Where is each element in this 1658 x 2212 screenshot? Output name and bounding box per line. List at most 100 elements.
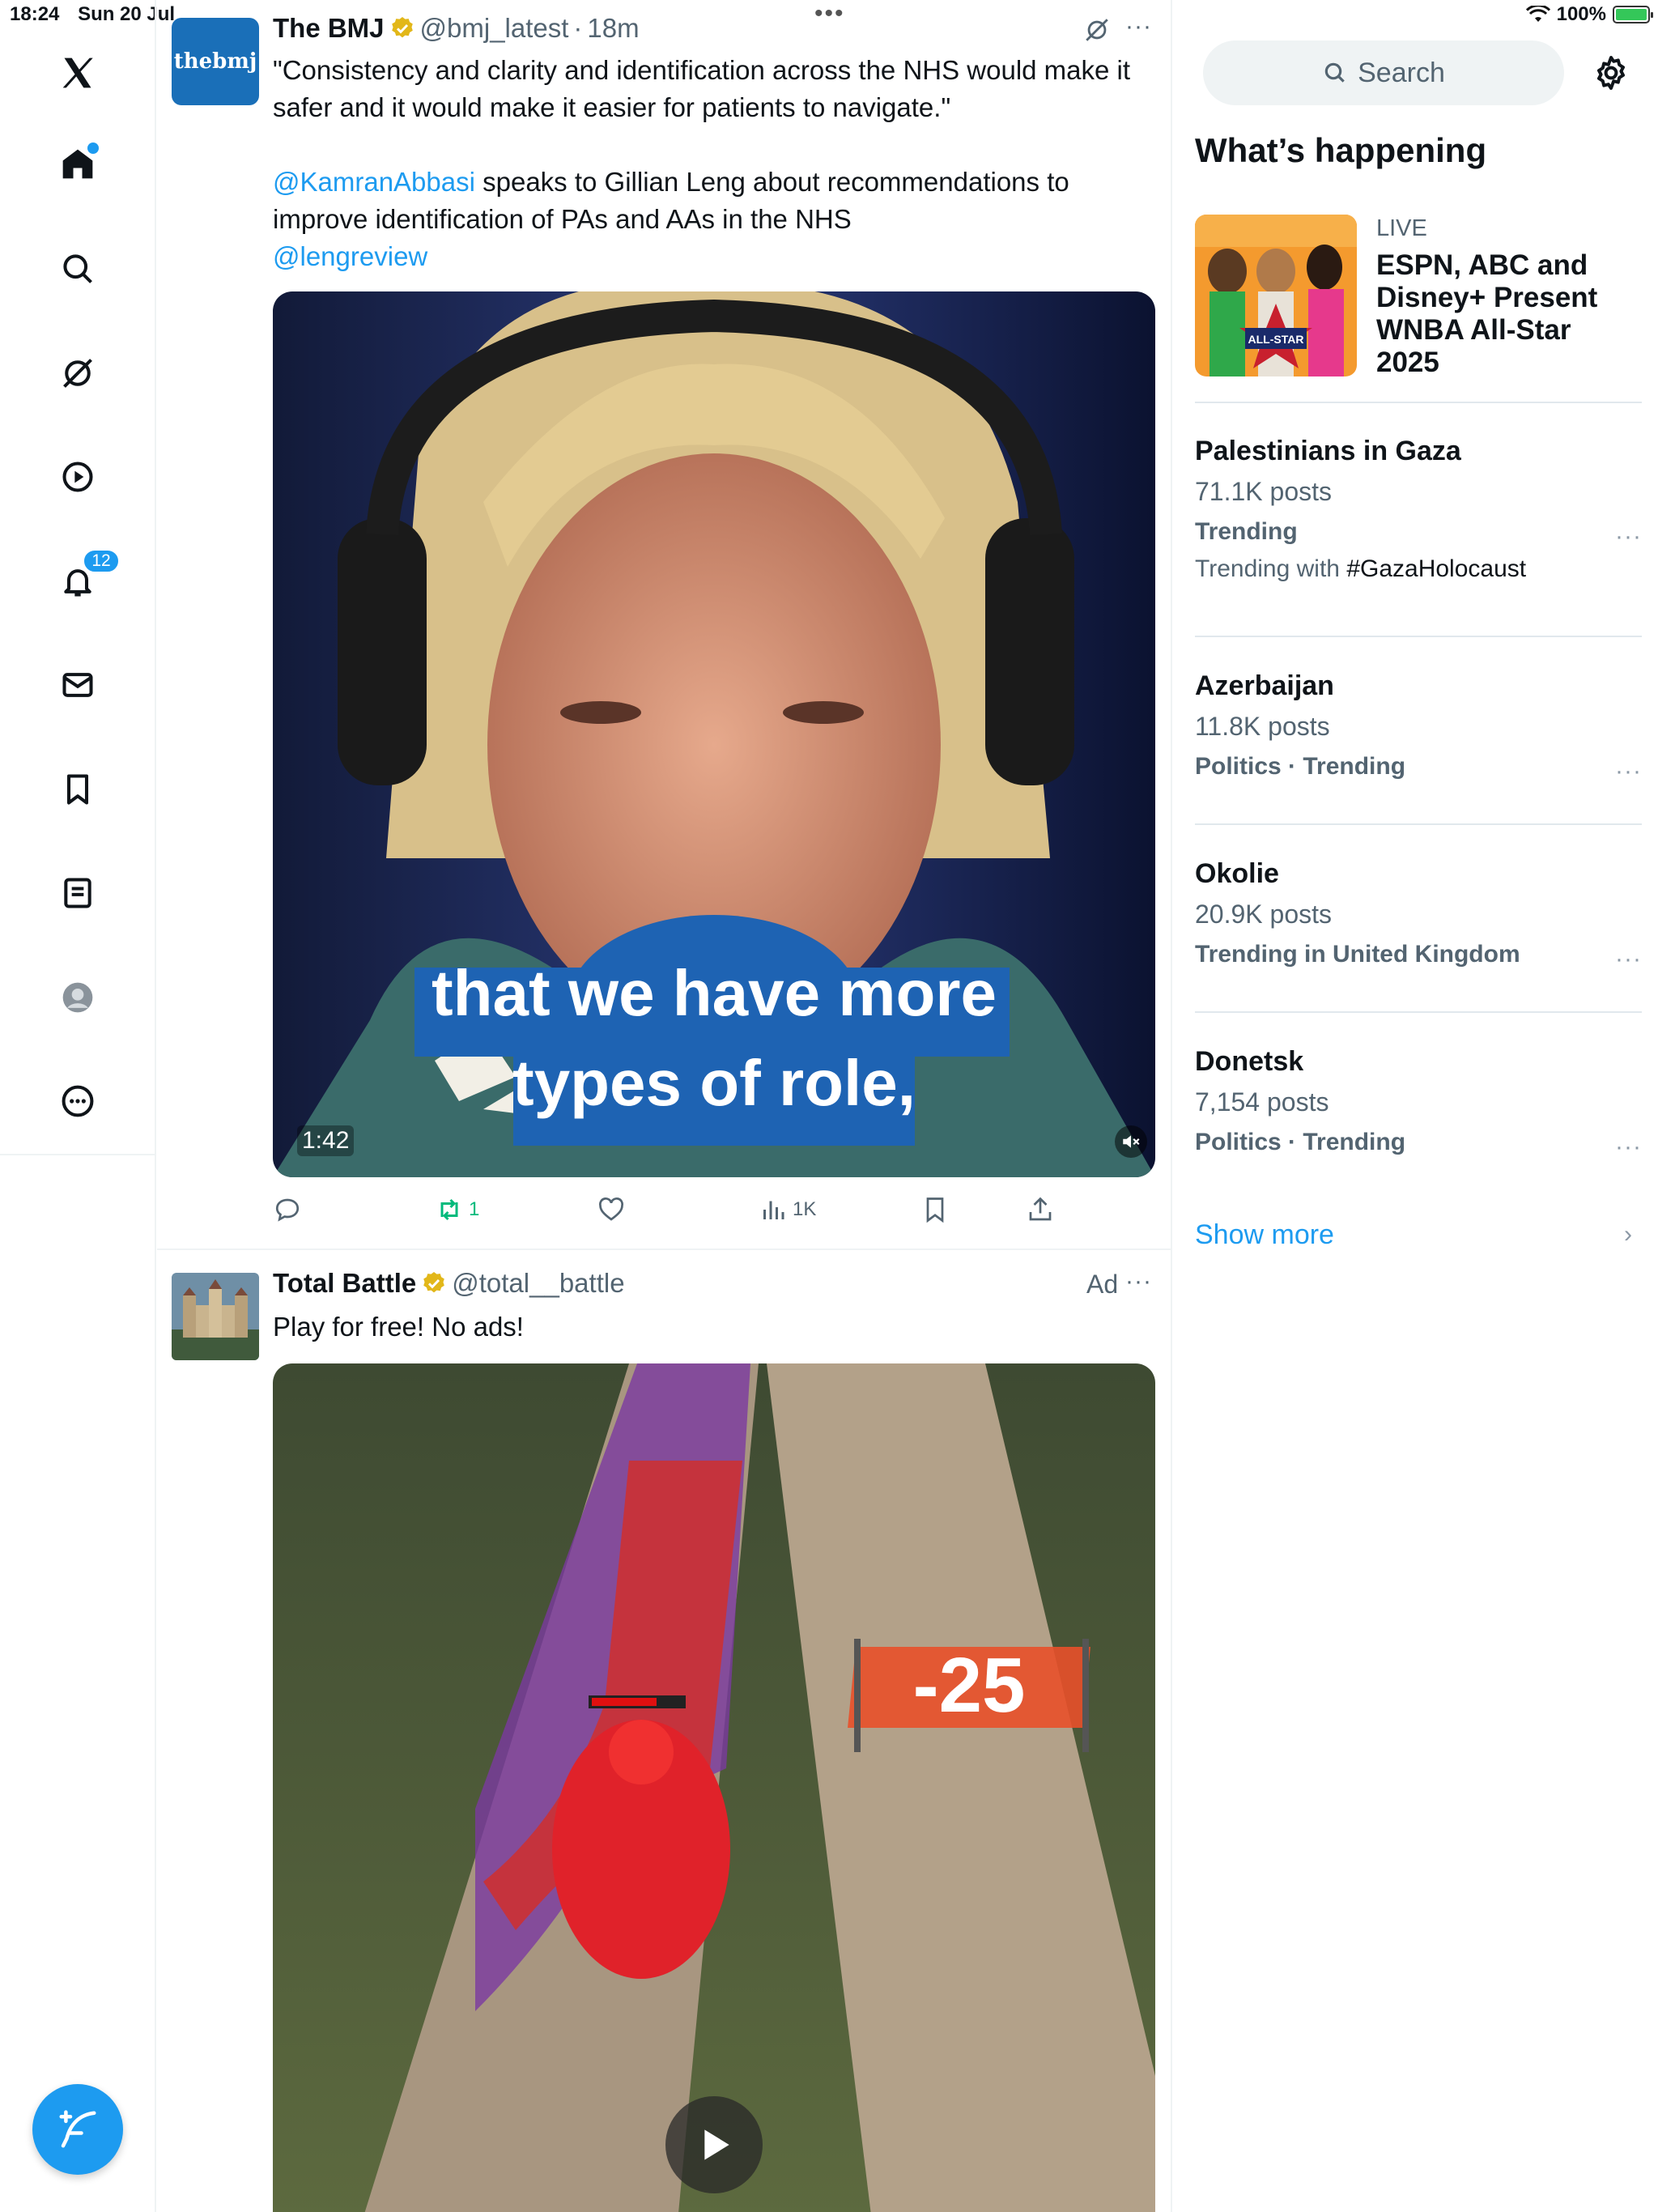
- post-text: "Consistency and clarity and identificat…: [273, 55, 1131, 271]
- verified-badge-icon: [391, 17, 413, 38]
- trend-posts: 20.9K posts: [1195, 900, 1332, 929]
- post-text: Play for free! No ads!: [273, 1312, 524, 1342]
- video-caption-line2: types of role,: [512, 1047, 916, 1119]
- reply-button[interactable]: [273, 1195, 307, 1224]
- video-duration: 1:42: [297, 1125, 355, 1156]
- trend-more-icon[interactable]: ···: [1615, 523, 1642, 551]
- search-icon[interactable]: [52, 243, 104, 295]
- search-input[interactable]: Search: [1203, 40, 1564, 105]
- home-icon[interactable]: [52, 138, 104, 189]
- castle-avatar-image: [172, 1273, 259, 1360]
- compose-feather-icon: [59, 2110, 96, 2148]
- post-divider: [157, 1249, 1172, 1250]
- repost-count: 1: [469, 1198, 480, 1220]
- trend-name: Palestinians in Gaza: [1195, 436, 1461, 466]
- share-button[interactable]: [1026, 1195, 1055, 1224]
- timeline-feed: thebmj The BMJ @bmj_latest · 18m ··· "Co…: [157, 0, 1172, 2212]
- post-actions: 1 1K: [273, 1195, 1155, 1236]
- post-more-icon[interactable]: ···: [1125, 1268, 1152, 1295]
- author-name[interactable]: The BMJ: [273, 13, 385, 44]
- total-battle-avatar[interactable]: [172, 1273, 259, 1360]
- more-options-icon[interactable]: [52, 1075, 104, 1127]
- trend-hashtag[interactable]: #GazaHolocaust: [1346, 555, 1526, 582]
- trend-more-icon[interactable]: ···: [1615, 1134, 1642, 1161]
- chevron-right-icon: ›: [1624, 1221, 1632, 1248]
- grok-explain-icon[interactable]: [1083, 16, 1111, 44]
- trend-category: Trending: [1195, 518, 1298, 545]
- author-handle[interactable]: @bmj_latest: [420, 13, 569, 44]
- repost-button[interactable]: 1: [435, 1195, 479, 1224]
- ad-label: Ad: [1086, 1270, 1119, 1299]
- trend-name: Azerbaijan: [1195, 670, 1334, 701]
- trend-divider: [1195, 636, 1642, 637]
- trend-category: Trending in United Kingdom: [1195, 941, 1520, 968]
- reply-icon: [275, 1198, 300, 1222]
- share-icon: [1029, 1197, 1052, 1221]
- video-frame: that we have more types of role,: [273, 291, 1155, 1177]
- bookmark-icon: [926, 1197, 944, 1223]
- mute-toggle-icon[interactable]: [1115, 1125, 1147, 1158]
- trend-more-icon[interactable]: ···: [1615, 758, 1642, 785]
- right-sidebar: Search What’s happening ALL-STAR LIVE ES…: [1174, 0, 1658, 2212]
- trend-name: Okolie: [1195, 858, 1279, 889]
- bookmarks-icon[interactable]: [52, 764, 104, 815]
- ad-overlay-value: -25: [913, 1642, 1026, 1729]
- live-event-image[interactable]: ALL-STAR: [1195, 215, 1357, 376]
- trend-divider: [1195, 823, 1642, 825]
- play-icon: [704, 2129, 729, 2160]
- bmj-avatar[interactable]: thebmj: [172, 18, 259, 105]
- whats-happening-heading: What’s happening: [1195, 131, 1487, 169]
- nav-separator: [0, 1154, 156, 1155]
- live-event-title[interactable]: ESPN, ABC and Disney+ Present WNBA All-S…: [1376, 249, 1627, 379]
- trend-with: Trending with #GazaHolocaust: [1195, 555, 1527, 582]
- show-more-link[interactable]: Show more: [1195, 1219, 1334, 1251]
- messages-envelope-icon[interactable]: [52, 659, 104, 711]
- left-navigation: 12: [0, 0, 156, 2212]
- bookmark-button[interactable]: [920, 1195, 950, 1224]
- trend-item[interactable]: Azerbaijan 11.8K posts Politics · Trendi…: [1195, 670, 1642, 785]
- post-more-icon[interactable]: ···: [1125, 13, 1152, 40]
- views-chart-icon: [763, 1201, 784, 1219]
- ad-video-frame: -25: [273, 1363, 1155, 2212]
- mention-link[interactable]: @lengreview: [273, 241, 427, 271]
- trend-category: Politics · Trending: [1195, 753, 1406, 780]
- trend-item[interactable]: Palestinians in Gaza 71.1K posts Trendin…: [1195, 436, 1642, 583]
- trend-more-icon[interactable]: ···: [1615, 946, 1642, 973]
- lists-icon[interactable]: [52, 867, 104, 919]
- trend-posts: 11.8K posts: [1195, 712, 1330, 741]
- heart-icon: [599, 1197, 623, 1221]
- live-label: LIVE: [1376, 215, 1427, 241]
- trend-item[interactable]: Donetsk 7,154 posts Politics · Trending …: [1195, 1046, 1642, 1160]
- trend-name: Donetsk: [1195, 1046, 1304, 1077]
- grok-icon[interactable]: [52, 347, 104, 399]
- trend-item[interactable]: Okolie 20.9K posts Trending in United Ki…: [1195, 858, 1642, 972]
- trend-posts: 71.1K posts: [1195, 477, 1332, 506]
- post-time[interactable]: 18m: [587, 13, 639, 44]
- video-play-icon[interactable]: [52, 451, 104, 503]
- compose-post-button[interactable]: [32, 2084, 123, 2175]
- profile-avatar-icon[interactable]: [52, 972, 104, 1023]
- like-button[interactable]: [597, 1195, 631, 1224]
- ad-video[interactable]: -25: [273, 1363, 1155, 2212]
- views-button[interactable]: 1K: [759, 1195, 816, 1224]
- search-icon: [1324, 62, 1345, 83]
- home-unread-dot: [87, 143, 99, 154]
- trend-category: Politics · Trending: [1195, 1129, 1406, 1155]
- play-video-button[interactable]: [665, 2096, 763, 2193]
- views-count: 1K: [793, 1198, 817, 1220]
- x-logo-icon[interactable]: [52, 47, 104, 99]
- author-name[interactable]: Total Battle: [273, 1268, 416, 1299]
- post-video[interactable]: that we have more types of role, 1:42: [273, 291, 1155, 1177]
- trend-divider: [1195, 1011, 1642, 1013]
- live-image-text: ALL-STAR: [1248, 333, 1304, 346]
- video-caption-line1: that we have more: [432, 957, 997, 1029]
- trend-divider: [1195, 402, 1642, 403]
- mention-link[interactable]: @KamranAbbasi: [273, 167, 475, 197]
- repost-icon: [440, 1198, 458, 1221]
- author-handle[interactable]: @total__battle: [452, 1268, 624, 1299]
- trend-posts: 7,154 posts: [1195, 1087, 1329, 1117]
- settings-gear-icon[interactable]: [1592, 53, 1630, 92]
- notifications-bell-icon[interactable]: 12: [52, 549, 120, 607]
- bmj-logo-text: thebmj: [173, 49, 257, 74]
- verified-badge-icon: [423, 1272, 445, 1293]
